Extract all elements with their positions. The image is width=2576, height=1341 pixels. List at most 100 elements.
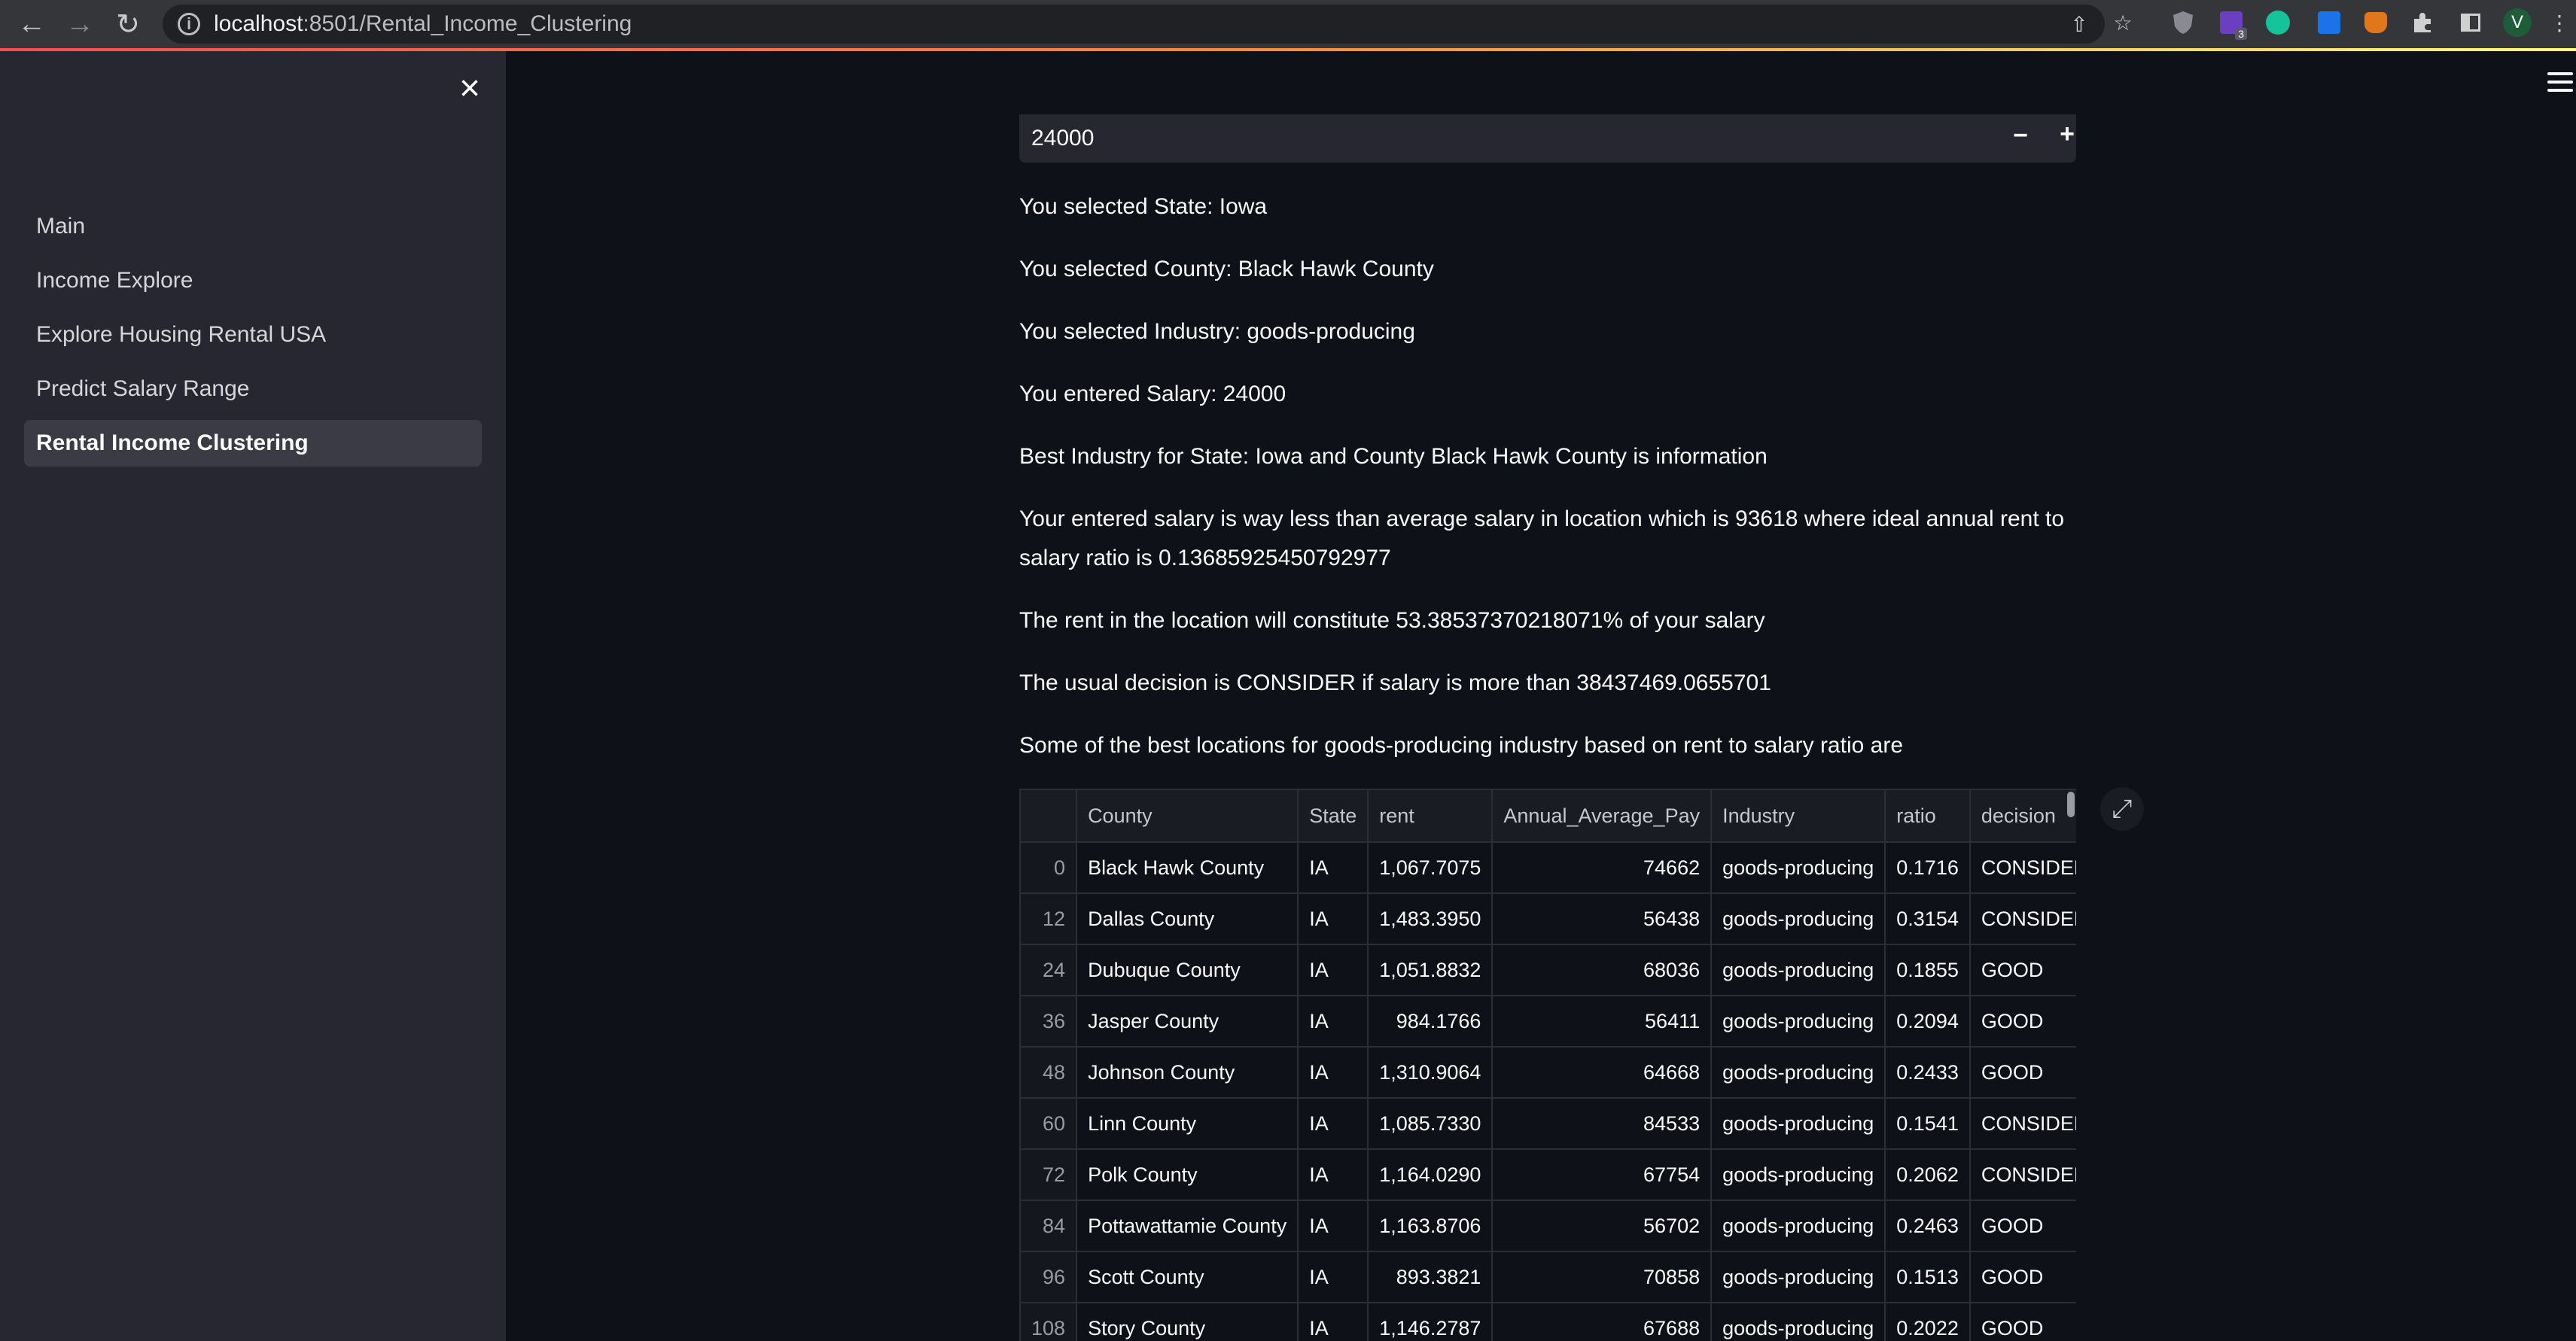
table-cell[interactable]: IA: [1297, 1097, 1369, 1150]
table-cell[interactable]: 64668: [1491, 1046, 1713, 1099]
sidebar-item-explore-housing-rental-usa[interactable]: Explore Housing Rental USA: [24, 312, 482, 358]
column-header-annual-average-pay[interactable]: Annual_Average_Pay: [1491, 789, 1713, 843]
table-cell[interactable]: IA: [1297, 1148, 1369, 1201]
table-cell[interactable]: 0.2094: [1884, 995, 1971, 1048]
table-cell[interactable]: Scott County: [1076, 1251, 1299, 1303]
table-cell[interactable]: 70858: [1491, 1251, 1713, 1303]
table-cell[interactable]: 0.1716: [1884, 841, 1971, 894]
table-cell[interactable]: GOOD: [1969, 1251, 2076, 1303]
table-cell[interactable]: Linn County: [1076, 1097, 1299, 1150]
locations-dataframe[interactable]: County State rent Annual_Average_Pay Ind…: [1019, 789, 2076, 1341]
table-cell[interactable]: IA: [1297, 1251, 1369, 1303]
sidebar-item-rental-income-clustering[interactable]: Rental Income Clustering: [24, 420, 482, 467]
table-cell[interactable]: 893.3821: [1367, 1251, 1494, 1303]
bookmark-star-icon[interactable]: ☆: [2108, 8, 2138, 38]
table-cell[interactable]: 72: [1019, 1148, 1078, 1201]
table-cell[interactable]: Polk County: [1076, 1148, 1299, 1201]
table-cell[interactable]: IA: [1297, 1046, 1369, 1099]
grammarly-icon[interactable]: [2263, 8, 2293, 38]
fullscreen-expand-icon[interactable]: ⤢: [2100, 787, 2144, 831]
table-cell[interactable]: 48: [1019, 1046, 1078, 1099]
table-cell[interactable]: 1,085.7330: [1367, 1097, 1494, 1150]
table-cell[interactable]: 56702: [1491, 1200, 1713, 1252]
table-cell[interactable]: goods-producing: [1710, 1148, 1886, 1201]
decrement-button[interactable]: −: [2001, 122, 2040, 149]
table-cell[interactable]: Pottawattamie County: [1076, 1200, 1299, 1252]
table-cell[interactable]: 96: [1019, 1251, 1078, 1303]
sidebar-item-main[interactable]: Main: [24, 203, 482, 250]
table-cell[interactable]: 0: [1019, 841, 1078, 894]
table-cell[interactable]: Black Hawk County: [1076, 841, 1299, 894]
table-cell[interactable]: 1,146.2787: [1367, 1302, 1494, 1341]
table-cell[interactable]: goods-producing: [1710, 892, 1886, 945]
column-header-state[interactable]: State: [1297, 789, 1369, 843]
table-cell[interactable]: 0.3154: [1884, 892, 1971, 945]
table-cell[interactable]: Jasper County: [1076, 995, 1299, 1048]
table-cell[interactable]: 24: [1019, 944, 1078, 996]
share-icon[interactable]: ⇧: [2064, 9, 2094, 39]
site-info-icon[interactable]: i: [178, 13, 200, 35]
reload-icon[interactable]: ↻: [105, 2, 151, 47]
table-cell[interactable]: goods-producing: [1710, 1097, 1886, 1150]
table-cell[interactable]: goods-producing: [1710, 944, 1886, 996]
shield-extension-icon[interactable]: [2168, 8, 2198, 38]
table-cell[interactable]: 0.2463: [1884, 1200, 1971, 1252]
table-cell[interactable]: 56411: [1491, 995, 1713, 1048]
table-cell[interactable]: goods-producing: [1710, 1200, 1886, 1252]
column-header-industry[interactable]: Industry: [1710, 789, 1886, 843]
table-cell[interactable]: 12: [1019, 892, 1078, 945]
table-cell[interactable]: 84533: [1491, 1097, 1713, 1150]
table-cell[interactable]: IA: [1297, 995, 1369, 1048]
table-cell[interactable]: goods-producing: [1710, 1302, 1886, 1341]
table-cell[interactable]: 0.2433: [1884, 1046, 1971, 1099]
back-arrow-icon[interactable]: ←: [9, 2, 54, 47]
sidebar-item-income-explore[interactable]: Income Explore: [24, 257, 482, 304]
table-cell[interactable]: CONSIDER: [1969, 892, 2076, 945]
table-cell[interactable]: GOOD: [1969, 944, 2076, 996]
table-cell[interactable]: IA: [1297, 892, 1369, 945]
column-header-rent[interactable]: rent: [1367, 789, 1494, 843]
table-cell[interactable]: CONSIDER: [1969, 1148, 2076, 1201]
table-cell[interactable]: goods-producing: [1710, 1251, 1886, 1303]
table-cell[interactable]: 0.1541: [1884, 1097, 1971, 1150]
table-cell[interactable]: 1,483.3950: [1367, 892, 1494, 945]
table-cell[interactable]: CONSIDER: [1969, 841, 2076, 894]
table-cell[interactable]: Dallas County: [1076, 892, 1299, 945]
table-cell[interactable]: IA: [1297, 944, 1369, 996]
table-cell[interactable]: 0.1855: [1884, 944, 1971, 996]
table-cell[interactable]: GOOD: [1969, 1046, 2076, 1099]
table-cell[interactable]: IA: [1297, 1302, 1369, 1341]
table-cell[interactable]: 1,051.8832: [1367, 944, 1494, 996]
extensions-puzzle-icon[interactable]: [2407, 8, 2437, 38]
table-cell[interactable]: GOOD: [1969, 1302, 2076, 1341]
blue-extension-icon[interactable]: [2314, 8, 2344, 38]
table-cell[interactable]: 56438: [1491, 892, 1713, 945]
table-cell[interactable]: 1,164.0290: [1367, 1148, 1494, 1201]
table-cell[interactable]: 1,310.9064: [1367, 1046, 1494, 1099]
salary-input[interactable]: [1031, 114, 1935, 163]
table-cell[interactable]: 74662: [1491, 841, 1713, 894]
table-cell[interactable]: 84: [1019, 1200, 1078, 1252]
table-cell[interactable]: Dubuque County: [1076, 944, 1299, 996]
table-cell[interactable]: IA: [1297, 1200, 1369, 1252]
profile-avatar[interactable]: V: [2502, 8, 2532, 38]
table-cell[interactable]: goods-producing: [1710, 1046, 1886, 1099]
table-cell[interactable]: 108: [1019, 1302, 1078, 1341]
table-cell[interactable]: goods-producing: [1710, 841, 1886, 894]
table-cell[interactable]: 1,163.8706: [1367, 1200, 1494, 1252]
table-cell[interactable]: IA: [1297, 841, 1369, 894]
table-cell[interactable]: Johnson County: [1076, 1046, 1299, 1099]
table-cell[interactable]: 0.2022: [1884, 1302, 1971, 1341]
column-header-index[interactable]: [1019, 789, 1078, 843]
table-cell[interactable]: 0.2062: [1884, 1148, 1971, 1201]
table-cell[interactable]: goods-producing: [1710, 995, 1886, 1048]
sidebar-item-predict-salary-range[interactable]: Predict Salary Range: [24, 366, 482, 412]
browser-menu-icon[interactable]: ⋮: [2544, 8, 2574, 38]
table-cell[interactable]: Story County: [1076, 1302, 1299, 1341]
side-panel-icon[interactable]: [2456, 8, 2486, 38]
forward-arrow-icon[interactable]: →: [57, 2, 102, 47]
column-header-decision[interactable]: decision: [1969, 789, 2076, 843]
table-cell[interactable]: 984.1766: [1367, 995, 1494, 1048]
fox-extension-icon[interactable]: [2361, 8, 2391, 38]
table-scrollbar[interactable]: [2067, 792, 2075, 817]
